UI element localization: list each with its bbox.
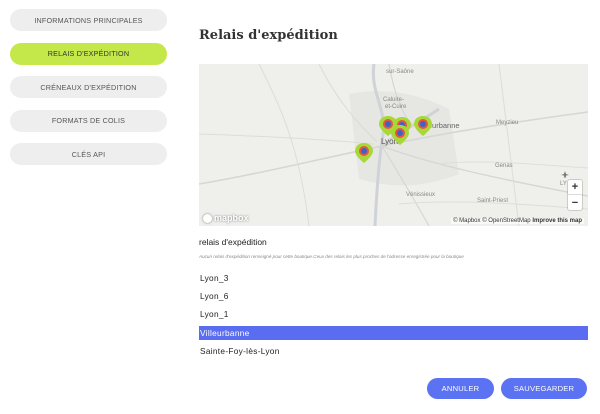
nav-item-formats-colis[interactable]: Formats de colis (10, 109, 167, 132)
mapbox-logo-text: mapbox (214, 213, 249, 223)
nav-item-cles-api[interactable]: Clés API (10, 143, 167, 165)
zoom-out-icon[interactable]: − (568, 195, 582, 210)
map-label-caluire: Caluire- (383, 97, 404, 103)
nav-item-informations-principales[interactable]: Informations principales (10, 9, 167, 31)
relay-item[interactable]: Lyon_1 (199, 307, 588, 321)
attribution-mapbox[interactable]: © Mapbox (453, 218, 480, 224)
mapbox-logo-icon (203, 213, 212, 223)
map-label-genas: Genas (495, 163, 513, 169)
zoom-in-icon[interactable]: + (568, 180, 582, 195)
page: Informations principales Relais d'expédi… (0, 0, 600, 414)
nav-item-creneaux-expedition[interactable]: Créneaux d'expédition (10, 76, 167, 98)
map-attribution: © Mapbox © OpenStreetMap Improve this ma… (451, 218, 584, 224)
relay-section-label: relais d'expédition (199, 237, 267, 247)
nav-item-relais-expedition[interactable]: Relais d'expédition (10, 42, 167, 65)
relay-item[interactable]: Sainte-Foy-lès-Lyon (199, 344, 588, 358)
sidebar: Informations principales Relais d'expédi… (10, 9, 167, 177)
map-label-venissieux: Vénissieux (406, 192, 435, 198)
map-label-sur-saone: sur-Saône (386, 69, 414, 75)
page-title: Relais d'expédition (199, 28, 338, 43)
map-label-meyzieu: Meyzieu (496, 120, 518, 126)
attribution-osm[interactable]: © OpenStreetMap (482, 218, 530, 224)
map-label-ly: LY (560, 181, 567, 187)
map-zoom-control: + − (568, 180, 582, 210)
mapbox-logo[interactable]: mapbox (203, 213, 249, 223)
main-content: Relais d'expédition sur-Saône Caluire- e… (199, 0, 589, 414)
relay-item[interactable]: Lyon_3 (199, 271, 588, 285)
relay-item[interactable]: Villeurbanne (199, 325, 588, 340)
relay-list: Lyon_3 Lyon_6 Lyon_1 Villeurbanne Sainte… (199, 271, 588, 362)
relay-item[interactable]: Lyon_6 (199, 289, 588, 303)
map-label-caluire-2: et-Cuire (385, 104, 407, 110)
attribution-improve[interactable]: Improve this map (532, 218, 582, 224)
cancel-button[interactable]: Annuler (427, 378, 494, 399)
save-button[interactable]: Sauvegarder (501, 378, 587, 399)
map-label-saint-priest: Saint-Priest (477, 198, 508, 204)
relay-map[interactable]: sur-Saône Caluire- et-Cuire Lyon Villeur… (199, 64, 588, 226)
map-canvas: sur-Saône Caluire- et-Cuire Lyon Villeur… (199, 64, 588, 226)
relay-section-hint: Aucun relais d'expédition renseigné pour… (199, 254, 464, 259)
